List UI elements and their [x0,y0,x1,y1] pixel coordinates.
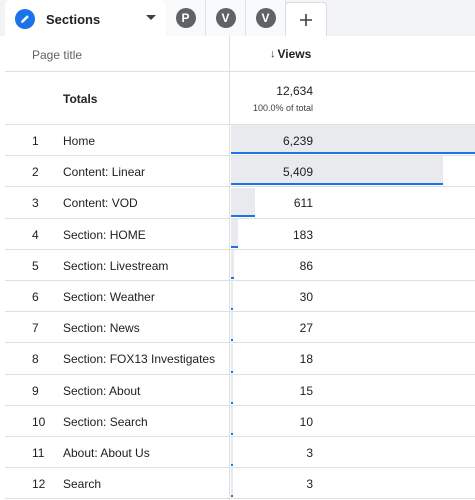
sort-arrow-down-icon: ↓ [270,48,276,60]
column-header-page-title[interactable]: Page title [32,48,82,62]
row-views: 611 [293,196,313,211]
row-page-title[interactable]: Search [63,477,101,491]
table-row[interactable]: 2 Content: Linear 5,409 [5,156,475,188]
totals-value: 12,634 [276,84,313,98]
views-bar-line [231,495,233,498]
row-rank: 7 [32,321,39,336]
views-bar-line [231,183,444,186]
row-page-title[interactable]: Section: About [63,384,140,398]
table-row[interactable]: 7 Section: News 27 [5,312,475,344]
segment-tab-v[interactable]: V [206,0,246,36]
row-views: 18 [299,352,313,367]
report-table: Page title ↓ Views Totals 12,634 100.0% … [5,36,475,500]
add-tab-button[interactable] [285,2,327,36]
column-divider [229,36,230,500]
row-page-title[interactable]: Section: Weather [63,290,155,304]
views-bar [231,249,235,279]
segment-tab-p[interactable]: P [166,0,206,36]
row-rank: 6 [32,290,39,304]
views-bar [231,343,233,373]
row-page-title[interactable]: Home [63,134,95,148]
views-bar [231,218,239,248]
table-row[interactable]: 10 Section: Search 10 [5,405,475,437]
row-rank: 10 [32,414,46,429]
totals-percent: 100.0% of total [252,103,313,113]
tab-sections-label: Sections [46,11,101,27]
segment-badge: P [175,8,196,28]
row-page-title[interactable]: Content: VOD [63,196,138,210]
tab-sections[interactable]: Sections [5,0,166,38]
row-rank: 5 [32,258,39,273]
chevron-down-icon[interactable] [146,15,156,20]
table-row[interactable]: 5 Section: Livestream 86 [5,249,475,281]
tab-bar: Sections P V V [0,0,475,38]
row-views: 30 [299,290,313,304]
row-rank: 4 [32,227,39,242]
row-page-title[interactable]: Section: Search [63,415,148,429]
table-row[interactable]: 9 Section: About 15 [5,374,475,406]
row-views: 3 [306,446,313,460]
views-bar-line [231,214,255,217]
row-views: 15 [299,383,313,398]
table-header: Page title ↓ Views [5,36,475,72]
row-rank: 9 [32,383,39,398]
views-bar-line [231,339,233,342]
segment-badge: V [215,8,236,28]
segment-badge: V [255,8,276,28]
row-rank: 12 [32,477,46,492]
views-bar [231,437,233,467]
row-views: 10 [299,414,313,429]
row-rank: 11 [32,446,45,460]
row-views: 27 [299,321,313,336]
row-page-title[interactable]: Section: HOME [63,228,146,242]
row-page-title[interactable]: Section: News [63,321,140,335]
table-row[interactable]: 3 Content: VOD 611 [5,187,475,219]
totals-row: Totals 12,634 100.0% of total [5,72,475,125]
views-bar-line [231,464,233,467]
views-bar [231,405,233,435]
row-page-title[interactable]: Section: FOX13 Investigates [63,352,215,366]
column-header-views[interactable]: ↓ Views [270,47,311,61]
views-bar [231,281,233,311]
table-row[interactable]: 11 About: About Us 3 [5,437,475,469]
pencil-icon [15,9,35,29]
table-row[interactable]: 1 Home 6,239 [5,125,475,157]
views-bar-line [231,308,233,311]
row-views: 3 [306,477,313,492]
row-page-title[interactable]: Section: Livestream [63,259,168,273]
views-bar [231,125,475,155]
views-bar [231,156,444,186]
row-rank: 1 [32,134,39,148]
plus-icon [300,13,312,26]
views-bar [231,312,233,342]
views-bar-line [231,245,239,248]
views-bar [231,468,233,498]
views-bar-line [231,152,475,155]
table-row[interactable]: 6 Section: Weather 30 [5,281,475,313]
row-views: 6,239 [282,134,313,148]
views-bar-line [231,370,233,373]
views-bar-line [231,401,233,404]
row-rank: 2 [32,165,39,180]
views-bar-line [231,276,235,279]
column-header-views-label: Views [277,47,312,61]
views-bar [231,187,255,217]
segment-tab-v[interactable]: V [246,0,286,36]
table-row[interactable]: 4 Section: HOME 183 [5,218,475,250]
row-views: 86 [299,258,313,273]
views-bar [231,374,233,404]
row-page-title[interactable]: Content: Linear [63,165,145,179]
row-page-title[interactable]: About: About Us [63,446,150,460]
row-rank: 8 [32,352,39,367]
row-views: 5,409 [282,165,313,180]
table-row[interactable]: 8 Section: FOX13 Investigates 18 [5,343,475,375]
table-row[interactable]: 12 Search 3 [5,468,475,500]
row-views: 183 [292,227,313,242]
totals-label: Totals [63,92,98,106]
views-bar-line [231,432,233,435]
row-rank: 3 [32,196,39,211]
